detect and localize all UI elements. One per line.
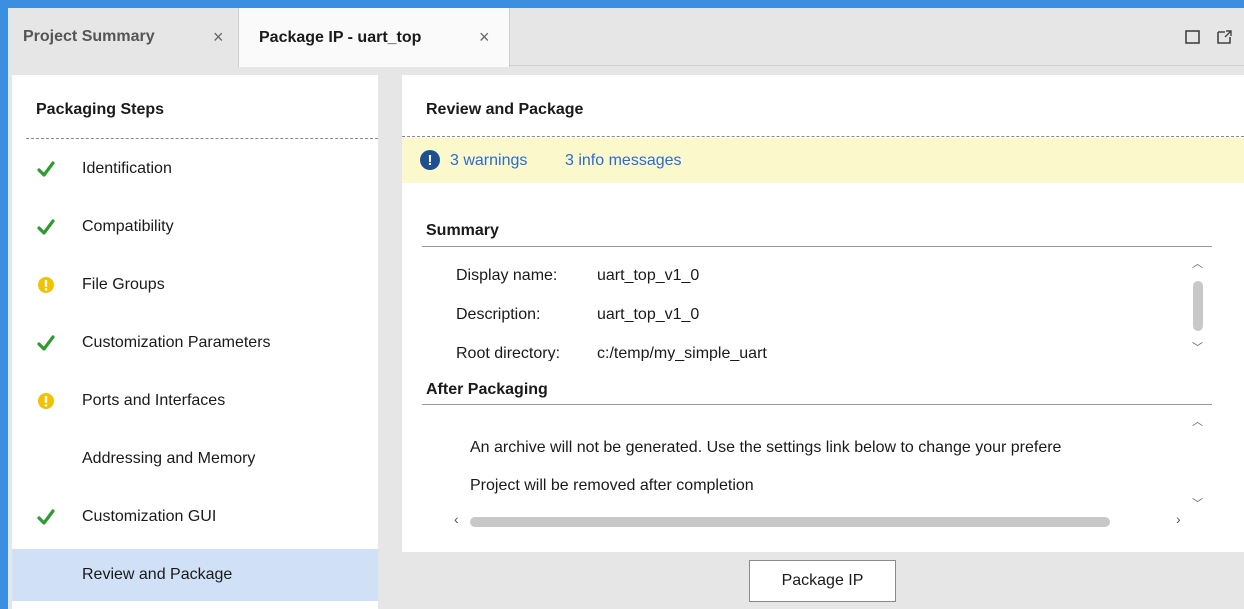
panel-title: Review and Package [426,101,584,118]
tab-label: Package IP - uart_top [259,28,422,46]
step-addressing-and-memory[interactable]: Addressing and Memory [12,433,378,485]
scroll-down-icon[interactable]: ﹀ [1192,339,1203,355]
button-bar: Package IP [402,552,1244,609]
after-packaging-area: An archive will not be generated. Use th… [422,405,1202,505]
step-compatibility[interactable]: Compatibility [12,201,378,253]
divider [402,136,1244,137]
panel-title: Packaging Steps [36,101,165,118]
summary-title: Summary [426,222,499,239]
step-customization-gui[interactable]: Customization GUI [12,491,378,543]
close-icon[interactable]: × [479,27,490,48]
scroll-right-icon[interactable]: › [1176,511,1181,527]
summary-area: Display name: uart_top_v1_0 Description:… [422,247,1212,361]
maximize-icon[interactable] [1184,28,1202,46]
close-icon[interactable]: × [213,27,224,48]
step-label: Compatibility [82,218,174,235]
step-label: File Groups [82,276,165,293]
after-line: An archive will not be generated. Use th… [470,439,1062,456]
scroll-left-icon[interactable]: ‹ [454,511,459,527]
message-banner: ! 3 warnings 3 info messages [402,138,1244,183]
warning-icon [36,391,56,411]
step-label: Customization Parameters [82,334,271,351]
scroll-up-icon[interactable]: ︿ [1192,413,1203,429]
check-icon [36,159,56,179]
packaging-steps-panel: Packaging Steps Identification Compatibil… [12,75,378,609]
step-label: Addressing and Memory [82,450,256,467]
after-vertical-scrollbar[interactable]: ︿ ﹀ [1189,413,1209,513]
warnings-link[interactable]: 3 warnings [450,152,527,170]
scroll-thumb[interactable] [470,517,1110,527]
tab-project-summary[interactable]: Project Summary × [8,8,238,66]
step-label: Ports and Interfaces [82,392,226,409]
step-identification[interactable]: Identification [12,143,378,195]
info-alert-icon: ! [420,150,440,170]
step-label: Review and Package [82,566,233,583]
horizontal-scrollbar[interactable]: ‹ › [448,511,1188,529]
after-line: Project will be removed after completion [470,477,754,494]
step-label: Customization GUI [82,508,217,525]
review-panel: Review and Package ! 3 warnings 3 info m… [402,75,1244,552]
step-label: Identification [82,160,172,177]
package-ip-button[interactable]: Package IP [749,560,896,602]
check-icon [36,333,56,353]
summary-value: uart_top_v1_0 [597,267,700,284]
tab-package-ip[interactable]: Package IP - uart_top × [238,8,510,67]
after-packaging-title: After Packaging [426,381,548,398]
float-icon[interactable] [1216,28,1234,46]
summary-scrollbar[interactable]: ︿ ﹀ [1189,255,1209,355]
scroll-thumb[interactable] [1193,281,1203,331]
step-file-groups[interactable]: File Groups [12,259,378,311]
scroll-up-icon[interactable]: ︿ [1192,255,1203,271]
window-buttons [1184,28,1234,46]
summary-key: Root directory: [456,345,561,361]
tab-bar: Project Summary × Package IP - uart_top … [8,8,1244,67]
info-messages-link[interactable]: 3 info messages [565,152,682,170]
check-icon [36,217,56,237]
summary-key: Display name: [456,267,558,284]
scroll-down-icon[interactable]: ﹀ [1192,495,1203,511]
warning-icon [36,275,56,295]
summary-value: c:/temp/my_simple_uart [597,345,767,361]
step-review-and-package[interactable]: Review and Package [12,549,378,601]
step-customization-parameters[interactable]: Customization Parameters [12,317,378,369]
summary-value: uart_top_v1_0 [597,306,700,323]
check-icon [36,507,56,527]
summary-key: Description: [456,306,541,323]
step-ports-and-interfaces[interactable]: Ports and Interfaces [12,375,378,427]
tab-label: Project Summary [23,28,155,45]
divider [26,138,378,139]
